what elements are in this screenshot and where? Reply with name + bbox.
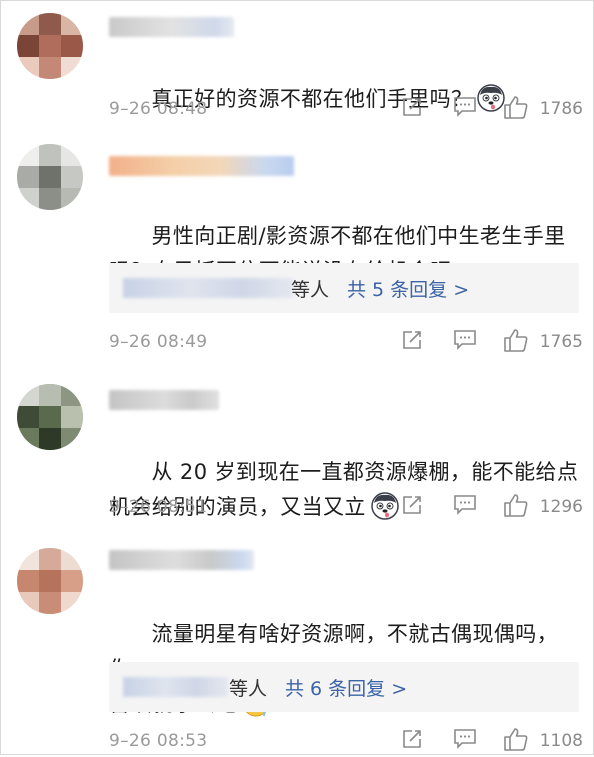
comment-timestamp: 9–26 08:49	[109, 332, 208, 352]
comment-timestamp: 9–26 08:48	[109, 99, 208, 119]
comment-list: 真正好的资源不都在他们手里吗？ 9–26 08:48 1786 男性向正剧/影资…	[0, 0, 594, 755]
comment-meta: 9–26 08:49 1765	[109, 328, 587, 358]
comment-icon[interactable]	[453, 96, 477, 118]
username-blurred[interactable]	[109, 550, 254, 570]
like-count: 1786	[539, 99, 583, 119]
comment-item: 从 20 岁到现在一直都资源爆棚，能不能给点 机会给别的演员，又当又立 9–26 …	[1, 376, 594, 536]
avatar[interactable]	[17, 384, 83, 450]
comment-meta: 9–26 08:48 1786	[109, 95, 587, 125]
username-blurred[interactable]	[109, 156, 294, 176]
thumbs-up-icon[interactable]	[503, 492, 529, 518]
avatar-pixelated-image	[17, 548, 83, 614]
replies-preview[interactable]: 等人 共 6 条回复 >	[109, 662, 579, 712]
share-icon[interactable]	[401, 329, 423, 351]
share-icon[interactable]	[401, 728, 423, 750]
reply-usernames-blurred	[123, 278, 293, 298]
share-icon[interactable]	[401, 494, 423, 516]
comment-timestamp: 9–26 08:51	[109, 497, 208, 517]
comment-icon[interactable]	[453, 329, 477, 351]
replies-preview[interactable]: 等人 共 5 条回复 >	[109, 263, 579, 313]
thumbs-up-icon[interactable]	[503, 726, 529, 752]
replies-who: 等人	[291, 279, 330, 301]
comment-meta: 9–26 08:51 1296	[109, 493, 587, 523]
avatar-pixelated-image	[17, 144, 83, 210]
thumbs-up-icon[interactable]	[503, 327, 529, 353]
share-icon[interactable]	[401, 96, 423, 118]
view-replies-link[interactable]: 共 5 条回复 >	[347, 275, 469, 302]
comment-icon[interactable]	[453, 728, 477, 750]
comment-meta: 9–26 08:53 1108	[109, 727, 587, 757]
avatar[interactable]	[17, 144, 83, 210]
comment-item: 流量明星有啥好资源啊，不就古偶现偶吗，你喜欢就拿去吧 等人 共 6 条回复 > …	[1, 536, 594, 756]
username-blurred[interactable]	[109, 17, 234, 37]
replies-who: 等人	[229, 678, 268, 700]
comment-timestamp: 9–26 08:53	[109, 731, 208, 751]
reply-usernames-blurred	[123, 677, 228, 697]
avatar[interactable]	[17, 548, 83, 614]
avatar-pixelated-image	[17, 384, 83, 450]
comment-text-line-1: 从 20 岁到现在一直都资源爆棚，能不能给点	[151, 460, 579, 484]
comment-icon[interactable]	[453, 494, 477, 516]
like-count: 1108	[539, 731, 583, 751]
username-blurred[interactable]	[109, 390, 219, 410]
like-count: 1296	[539, 497, 583, 517]
comment-item: 真正好的资源不都在他们手里吗？ 9–26 08:48 1786	[1, 1, 594, 136]
avatar[interactable]	[17, 13, 83, 79]
thumbs-up-icon[interactable]	[503, 94, 529, 120]
view-replies-link[interactable]: 共 6 条回复 >	[285, 674, 407, 701]
comment-item: 男性向正剧/影资源不都在他们中生老生手里 吗？自己抓不住不能说没有给机会吧。 等…	[1, 136, 594, 376]
avatar-pixelated-image	[17, 13, 83, 79]
like-count: 1765	[539, 332, 583, 352]
